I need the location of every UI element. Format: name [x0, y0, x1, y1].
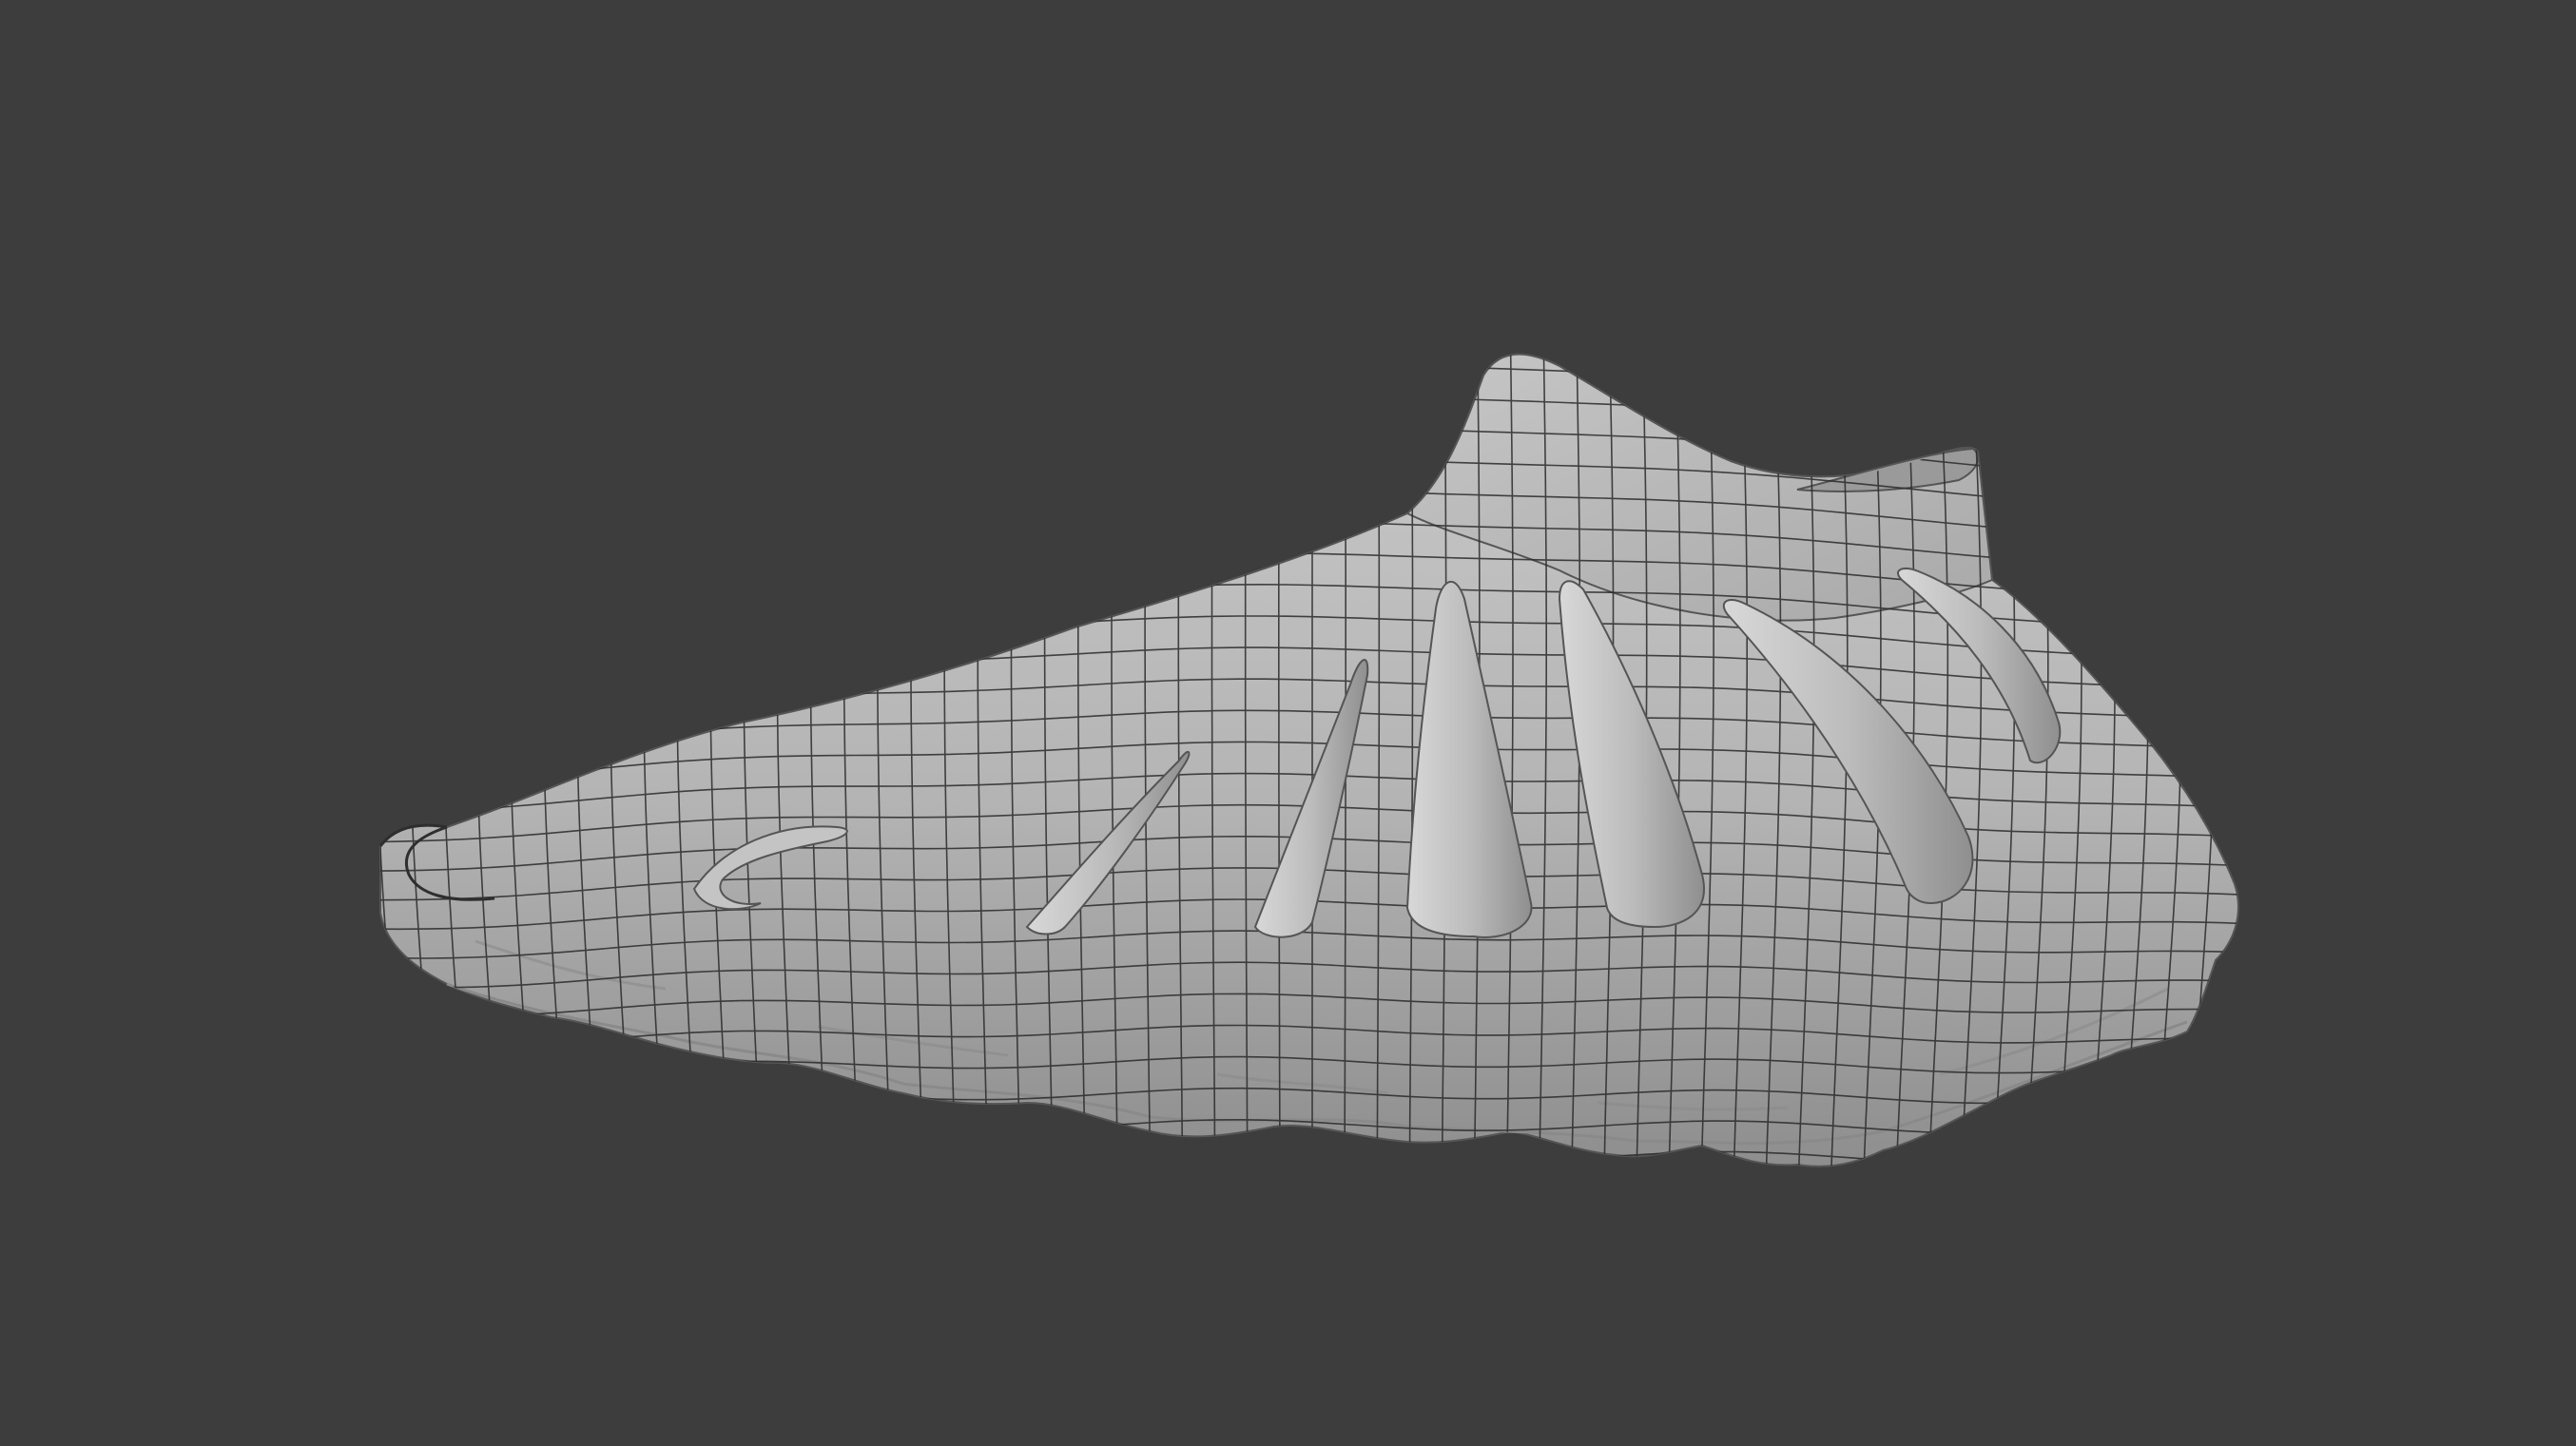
wireframe-edge	[380, 363, 2238, 440]
wireframe-edge	[475, 354, 503, 1166]
wireframe-edge	[575, 354, 601, 1166]
wireframe-edge	[642, 354, 666, 1166]
wireframe-edge	[509, 354, 535, 1166]
wireframe-edge	[2186, 354, 2217, 1166]
shoe-mesh[interactable]	[342, 238, 2282, 1194]
wireframe-edge	[408, 354, 438, 1166]
wireframe-edge	[380, 354, 406, 1166]
wireframe-edge	[2218, 354, 2238, 1166]
wireframe-edge	[380, 457, 2238, 527]
wireframe-edge	[380, 354, 2238, 411]
wireframe-edge	[380, 395, 2238, 469]
wireframe-edge	[441, 354, 471, 1166]
wireframe-edge	[342, 323, 373, 1188]
wireframe-edge	[2252, 323, 2282, 1184]
wireframe-edge	[380, 426, 2238, 497]
wireframe-edge	[359, 269, 2266, 352]
wireframe-edge	[542, 354, 568, 1166]
wireframe-edge	[380, 354, 2238, 382]
3d-viewport[interactable]	[0, 0, 2576, 1446]
viewport-canvas[interactable]	[0, 0, 2576, 1446]
wireframe-edge	[380, 1150, 2238, 1166]
wireframe-edge	[361, 238, 2263, 323]
wireframe-edge	[373, 1183, 2252, 1194]
wireframe-edge	[2154, 354, 2183, 1166]
wireframe-edge	[609, 354, 633, 1166]
